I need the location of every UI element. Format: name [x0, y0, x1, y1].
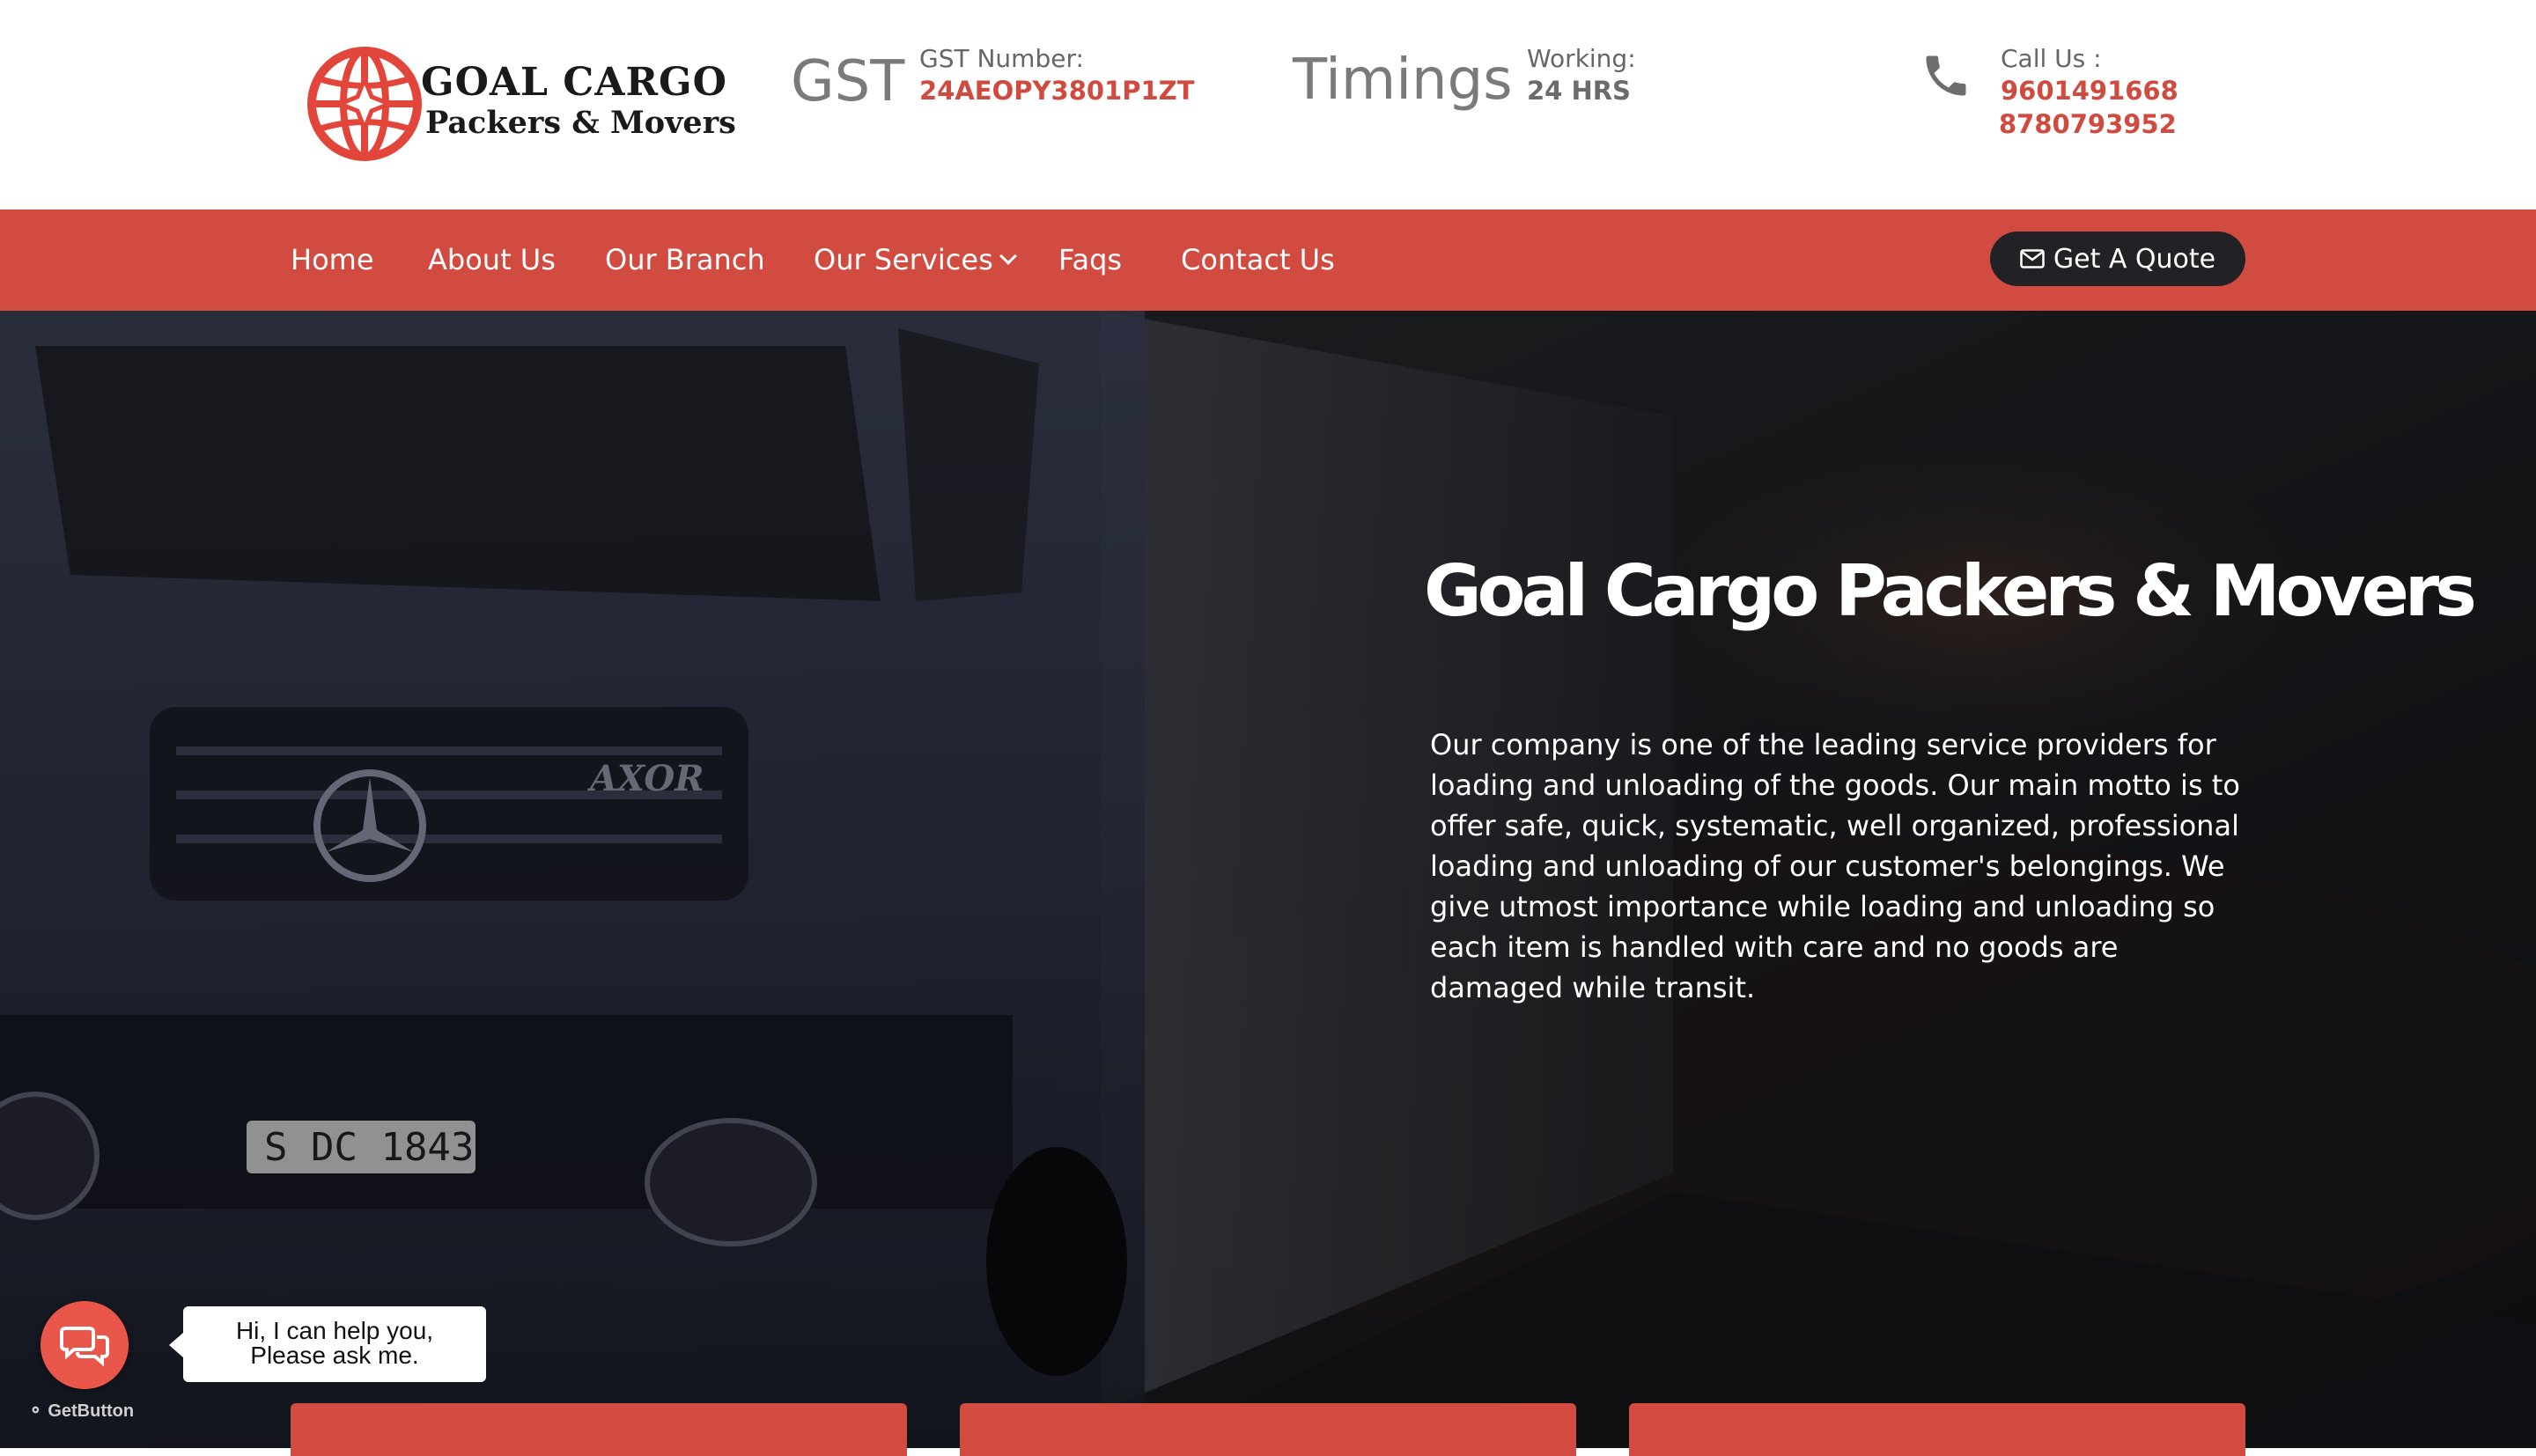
chat-greeting-line1: Hi, I can help you,	[235, 1317, 434, 1344]
site-logo[interactable]: GOAL CARGO Packers & Movers	[305, 44, 736, 164]
get-a-quote-button[interactable]: Get A Quote	[1990, 232, 2245, 286]
phone-icon	[1926, 55, 1966, 96]
chevron-down-icon	[999, 247, 1017, 265]
phone-number-2[interactable]: 8780793952	[1999, 109, 2177, 139]
main-nav: Home About Us Our Branch Our Services Fa…	[0, 210, 2536, 311]
gst-heading: GST	[791, 49, 905, 114]
getbutton-brand[interactable]: ⚬ GetButton	[28, 1400, 134, 1422]
nav-our-services[interactable]: Our Services	[814, 243, 1017, 276]
chat-icon	[60, 1327, 109, 1367]
logo-title: GOAL CARGO	[421, 60, 727, 105]
top-header: GOAL CARGO Packers & Movers GST GST Numb…	[0, 0, 2536, 210]
logo-subtitle: Packers & Movers	[425, 105, 736, 141]
nav-about-us[interactable]: About Us	[428, 243, 556, 276]
nav-our-branch[interactable]: Our Branch	[605, 243, 765, 276]
phone-number-1[interactable]: 9601491668	[2001, 76, 2178, 106]
feature-card-3	[1629, 1403, 2245, 1456]
gst-label: GST Number:	[919, 44, 1084, 73]
call-label: Call Us :	[2001, 44, 2102, 73]
chat-button[interactable]	[41, 1301, 129, 1389]
feature-card-2	[960, 1403, 1576, 1456]
nav-our-services-label: Our Services	[814, 243, 993, 276]
feature-card-1	[291, 1403, 907, 1456]
hero-description: Our company is one of the leading servic…	[1430, 728, 2240, 1004]
chat-greeting-line2: Please ask me.	[250, 1342, 419, 1369]
hero-banner: AXOR S DC 1843 Goal Cargo Packers & Move…	[0, 311, 2536, 1448]
envelope-icon	[2020, 249, 2045, 268]
chat-greeting-bubble[interactable]: Hi, I can help you, Please ask me.	[169, 1306, 486, 1382]
timings-heading: Timings	[1293, 48, 1513, 113]
getbutton-brand-label: GetButton	[48, 1401, 135, 1421]
get-a-quote-label: Get A Quote	[2053, 243, 2216, 275]
globe-logo-icon	[307, 47, 422, 161]
nav-contact-us[interactable]: Contact Us	[1181, 243, 1335, 276]
nav-home[interactable]: Home	[291, 243, 374, 276]
hero-title: Goal Cargo Packers & Movers	[1424, 550, 2477, 632]
timings-label: Working:	[1527, 44, 1636, 73]
nav-faqs[interactable]: Faqs	[1058, 243, 1122, 276]
timings-value: 24 HRS	[1527, 76, 1631, 106]
gst-number: 24AEOPY3801P1ZT	[919, 76, 1195, 106]
